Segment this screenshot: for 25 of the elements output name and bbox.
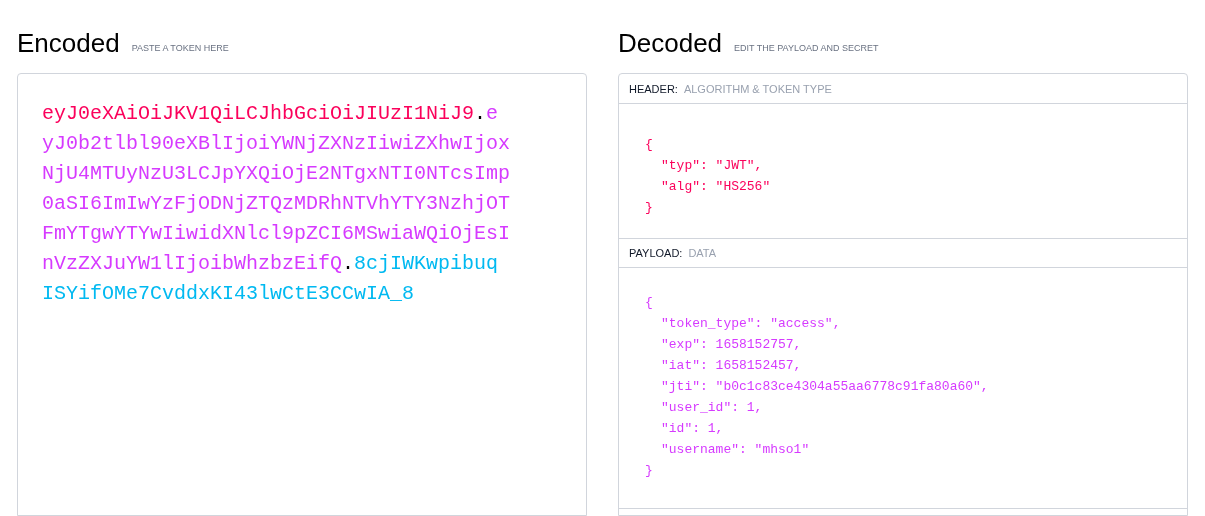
code-line: "id": 1, xyxy=(660,420,725,439)
code-line: { xyxy=(645,294,654,313)
section-label: PAYLOAD: xyxy=(629,246,683,262)
code-line: "user_id": 1, xyxy=(660,399,764,418)
code-line: "alg": "HS256" xyxy=(660,178,772,197)
section-label: HEADER: xyxy=(629,81,678,97)
section-title: Encoded xyxy=(17,30,120,57)
code-line: "exp": 1658152757, xyxy=(660,336,803,355)
code-line: "typ": "JWT", xyxy=(660,157,764,176)
code-line: "username": "mhso1" xyxy=(660,441,811,460)
code-line: "iat": 1658152457, xyxy=(660,357,803,376)
encoded-token: eyJ0eXAiOiJKV1QiLCJhbGciOiJIUzI1NiJ9.eyJ0b2tlbl90eXBlIjoiYWNjZXNzIiwiZXhwIjoxNjU4MTUyNzU3LCJpYXQiOjE2NTgxNTI0NTcsImp0aSI6ImIwYzFjODNjZTQzMDRhNTVhYTY3NzhjOTFmYTgwYTYwIiwidXNlcl9pZCI6MSwiaWQiOjEsInVzZXJuYW1lIjoibWhzbzEifQ.8cjIWKwpibuqISYifOMe7CvddxKI43lwCtE3CCwIA_8 xyxy=(42,101,511,308)
code-line: } xyxy=(645,199,654,218)
code-line: } xyxy=(645,462,654,481)
token-input[interactable] xyxy=(17,73,587,516)
section-sublabel: DATA xyxy=(688,246,717,262)
json-editor[interactable]: { "typ": "JWT", "alg": "HS256" } xyxy=(619,104,1187,239)
section-sublabel: ALGORITHM & TOKEN TYPE xyxy=(683,81,832,97)
section-hint: PASTE A TOKEN HERE xyxy=(131,41,229,55)
code-line: "jti": "b0c1c83ce4304a55aa6778c91fa80a60", xyxy=(660,378,990,397)
json-editor[interactable]: { "token_type": "access", "exp": 1658152757, "iat": 1658152457, "jti": "b0c1c83ce4304a55aa6778c91fa80a60", "user_id": 1, "id": 1, "username": "mhso1" } xyxy=(619,268,1187,509)
section-hint: EDIT THE PAYLOAD AND SECRET xyxy=(734,41,879,55)
code-line: "token_type": "access", xyxy=(660,315,842,334)
code-line: { xyxy=(645,136,654,155)
section-title: Decoded xyxy=(618,30,723,57)
